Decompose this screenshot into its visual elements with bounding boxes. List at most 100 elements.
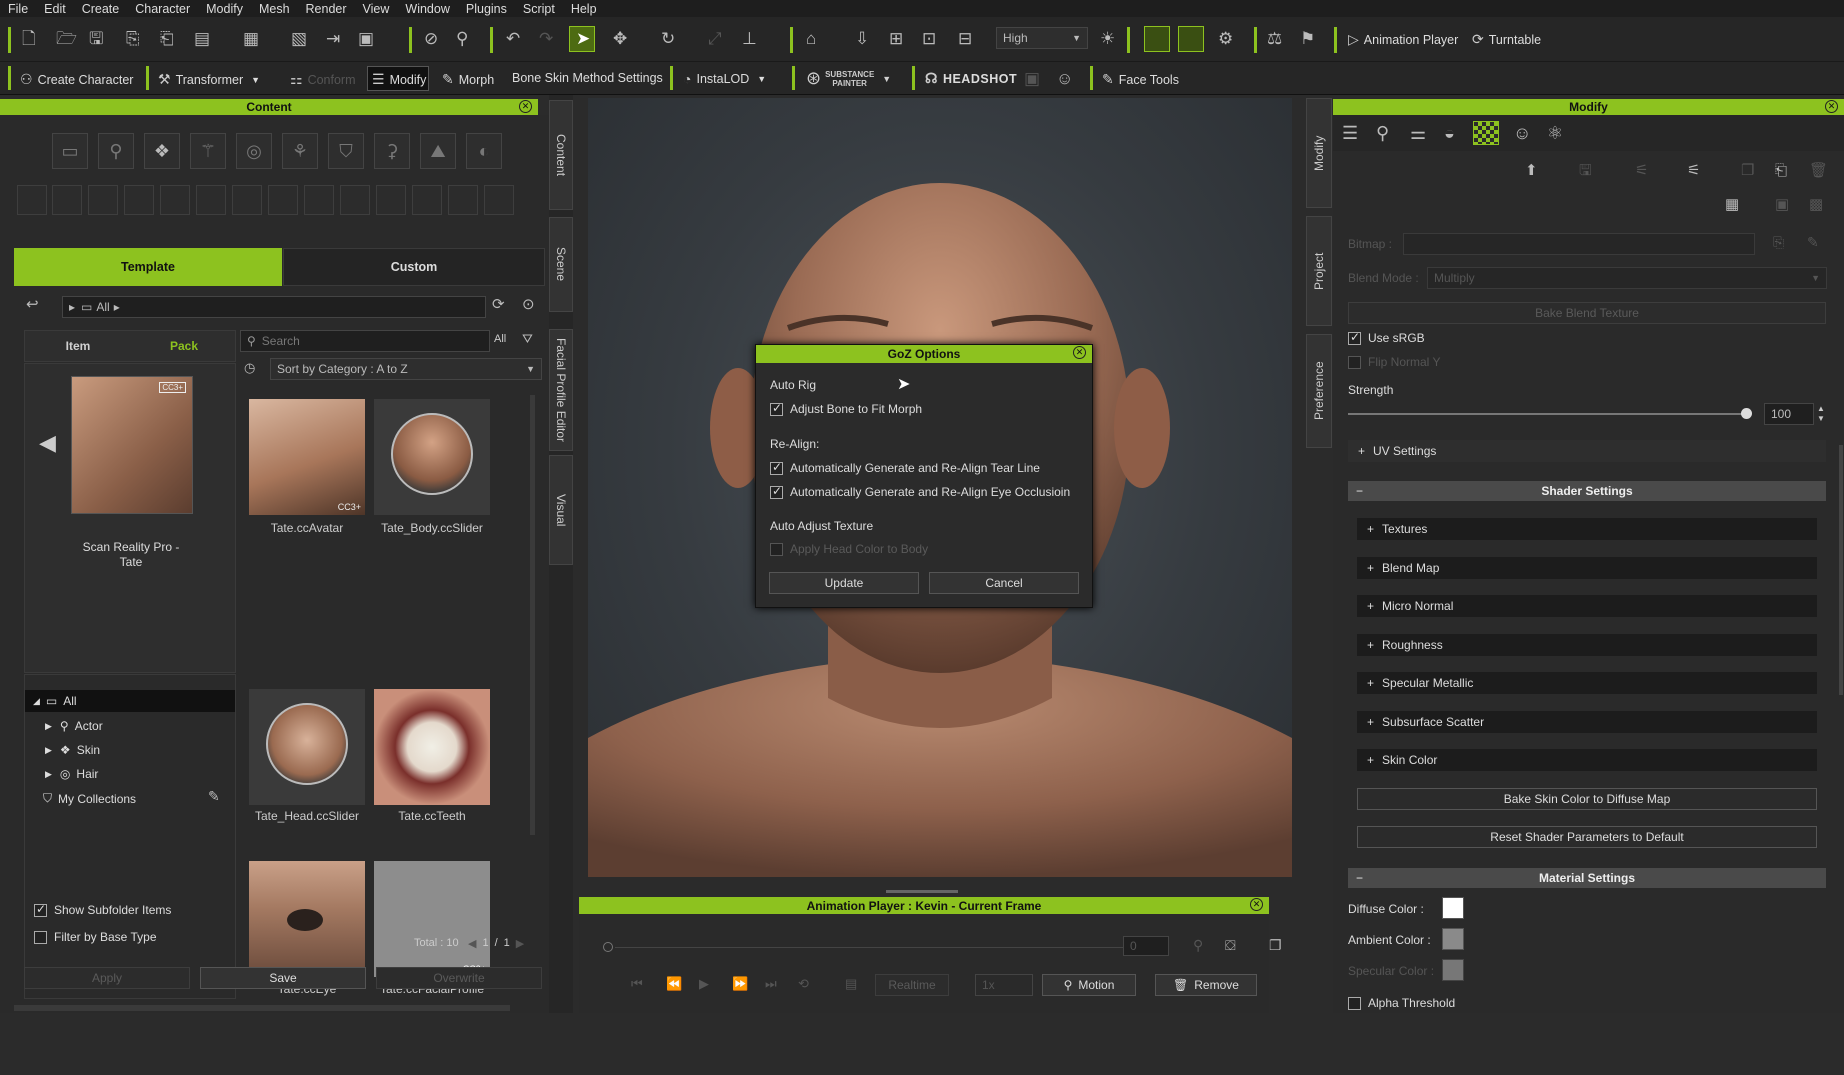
substance-painter-button[interactable]: ⊛ SUBSTANCE PAINTER ▼: [806, 68, 891, 89]
menu-character[interactable]: Character: [127, 2, 198, 16]
overwrite-button[interactable]: Overwrite: [376, 967, 542, 989]
empty-slot[interactable]: [196, 185, 226, 215]
accessory-icon[interactable]: ⚘: [282, 133, 318, 169]
refresh-icon[interactable]: ⟳: [492, 297, 505, 312]
tab-content-side[interactable]: Content: [549, 100, 573, 210]
bake-skin-color-button[interactable]: Bake Skin Color to Diffuse Map: [1357, 788, 1817, 810]
subsurface-scatter-section[interactable]: + Subsurface Scatter: [1357, 711, 1817, 733]
close-icon[interactable]: ✕: [1250, 898, 1263, 911]
empty-slot[interactable]: [448, 185, 478, 215]
empty-slot[interactable]: [17, 185, 47, 215]
home-icon[interactable]: ⌂: [806, 30, 816, 47]
play-icon[interactable]: ▶: [699, 977, 709, 990]
menu-view[interactable]: View: [355, 2, 398, 16]
material-tab-icon[interactable]: [1473, 121, 1499, 145]
head-tab-icon[interactable]: ☺: [1513, 124, 1531, 142]
morph-button[interactable]: ✎ Morph: [442, 71, 494, 88]
save-button[interactable]: Save: [200, 967, 366, 989]
previous-frame-icon[interactable]: ⏪: [666, 977, 682, 990]
reset-shader-button[interactable]: Reset Shader Parameters to Default: [1357, 826, 1817, 848]
shader-settings-header[interactable]: − Shader Settings: [1348, 481, 1826, 501]
cloth-icon[interactable]: ⚚: [190, 133, 226, 169]
atom-tab-icon[interactable]: ⚛: [1547, 124, 1563, 142]
flip-normal-checkbox[interactable]: Flip Normal Y: [1348, 355, 1440, 369]
expand-circle-icon[interactable]: ⊙: [522, 297, 535, 312]
bitmap-load-icon[interactable]: ⎘: [1773, 235, 1784, 249]
empty-slot[interactable]: [484, 185, 514, 215]
physics-tab-icon[interactable]: ◒: [1444, 124, 1455, 142]
use-srgb-checkbox[interactable]: Use sRGB: [1348, 330, 1425, 345]
realtime-button[interactable]: Realtime: [875, 974, 949, 996]
headshot-photo-icon[interactable]: ▣: [1024, 70, 1040, 87]
uv-settings-section[interactable]: + UV Settings: [1348, 440, 1826, 462]
tab-preference-side[interactable]: Preference: [1306, 334, 1332, 448]
instalod-button[interactable]: ◔ InstaLOD ▼: [683, 71, 766, 87]
open-folder-icon[interactable]: 🗁: [56, 30, 77, 47]
frame-all-icon[interactable]: ⊞: [889, 30, 903, 47]
quality-dropdown[interactable]: High ▼: [996, 27, 1088, 49]
sound-icon[interactable]: ▤: [845, 977, 857, 990]
close-icon[interactable]: ✕: [519, 100, 532, 113]
animation-player-button[interactable]: ▷ Animation Player: [1348, 31, 1458, 48]
pose-category-icon[interactable]: ⚳: [374, 133, 410, 169]
textures-section[interactable]: + Textures: [1357, 518, 1817, 540]
flag-icon[interactable]: ⚑: [1300, 30, 1315, 47]
morph-category-icon[interactable]: ❖: [144, 133, 180, 169]
light-icon[interactable]: ☀: [1100, 30, 1115, 47]
item-grid-scrollbar[interactable]: [530, 395, 535, 835]
empty-slot[interactable]: [268, 185, 298, 215]
speed-dropdown[interactable]: 1x: [975, 974, 1033, 996]
scene-icon[interactable]: ⛰: [420, 133, 456, 169]
empty-slot[interactable]: [304, 185, 334, 215]
texture-view-icon[interactable]: ▣: [1775, 197, 1789, 212]
menu-help[interactable]: Help: [563, 2, 605, 16]
send-icon[interactable]: ⇥: [326, 30, 340, 47]
micro-normal-section[interactable]: + Micro Normal: [1357, 595, 1817, 617]
tear-line-checkbox[interactable]: Automatically Generate and Re-Align Tear…: [770, 460, 1040, 475]
item-thumbnail[interactable]: [374, 689, 490, 805]
save-icon[interactable]: 🖫: [89, 30, 103, 47]
empty-slot[interactable]: [124, 185, 154, 215]
tab-facial-profile-side[interactable]: Facial Profile Editor: [549, 329, 573, 451]
close-icon[interactable]: ✕: [1073, 346, 1086, 359]
item-thumbnail[interactable]: [249, 689, 365, 805]
apply-head-color-checkbox[interactable]: Apply Head Color to Body: [770, 542, 928, 556]
close-icon[interactable]: ✕: [1825, 100, 1838, 113]
transformer-button[interactable]: ⚒ Transformer ▼: [158, 71, 260, 88]
turntable-button[interactable]: ⟳ Turntable: [1472, 31, 1541, 48]
bone-toggle-2[interactable]: [1178, 26, 1204, 52]
link-pose-icon[interactable]: ⚲: [1193, 938, 1203, 952]
move-icon[interactable]: ✥: [613, 30, 627, 47]
menu-plugins[interactable]: Plugins: [458, 2, 515, 16]
cancel-button[interactable]: Cancel: [929, 572, 1079, 594]
strength-slider-track[interactable]: [1348, 413, 1744, 415]
filter-icon[interactable]: ⛛: [522, 332, 533, 345]
zoom-extent-icon[interactable]: ⊟: [958, 30, 972, 47]
apply-button[interactable]: Apply: [24, 967, 190, 989]
pack-thumbnail[interactable]: CC3+: [71, 376, 193, 514]
item-thumbnail[interactable]: [374, 399, 490, 515]
skeleton-icon[interactable]: ⚙: [1218, 30, 1233, 47]
modify-button[interactable]: ☰ Modify: [367, 66, 429, 91]
show-subfolder-checkbox[interactable]: Show Subfolder Items: [34, 902, 171, 917]
scale-icon[interactable]: ⤢: [708, 30, 722, 47]
item-thumbnail[interactable]: [249, 861, 365, 977]
previous-arrow-icon[interactable]: ◀: [39, 432, 56, 454]
load-material-icon[interactable]: ⬆: [1525, 163, 1538, 178]
bone-tab-icon[interactable]: ⚌: [1410, 124, 1426, 142]
tab-pack[interactable]: Pack: [131, 331, 237, 361]
share-icon[interactable]: ⚟: [1635, 163, 1648, 178]
strength-slider-handle[interactable]: [1741, 408, 1752, 419]
empty-slot[interactable]: [376, 185, 406, 215]
history-icon[interactable]: ◷: [244, 361, 255, 374]
menu-edit[interactable]: Edit: [36, 2, 74, 16]
bitmap-edit-icon[interactable]: ✎: [1807, 235, 1819, 249]
eye-occlusion-checkbox[interactable]: Automatically Generate and Re-Align Eye …: [770, 484, 1070, 499]
motion-tab-icon[interactable]: ⚲: [1376, 124, 1389, 142]
create-character-button[interactable]: ⚇ Create Character: [20, 71, 133, 88]
tab-project-side[interactable]: Project: [1306, 216, 1332, 326]
import-texture-icon[interactable]: ⎗: [1775, 163, 1787, 178]
tree-item-collections[interactable]: ⛉ My Collections: [43, 791, 136, 806]
empty-slot[interactable]: [160, 185, 190, 215]
roughness-section[interactable]: + Roughness: [1357, 634, 1817, 656]
